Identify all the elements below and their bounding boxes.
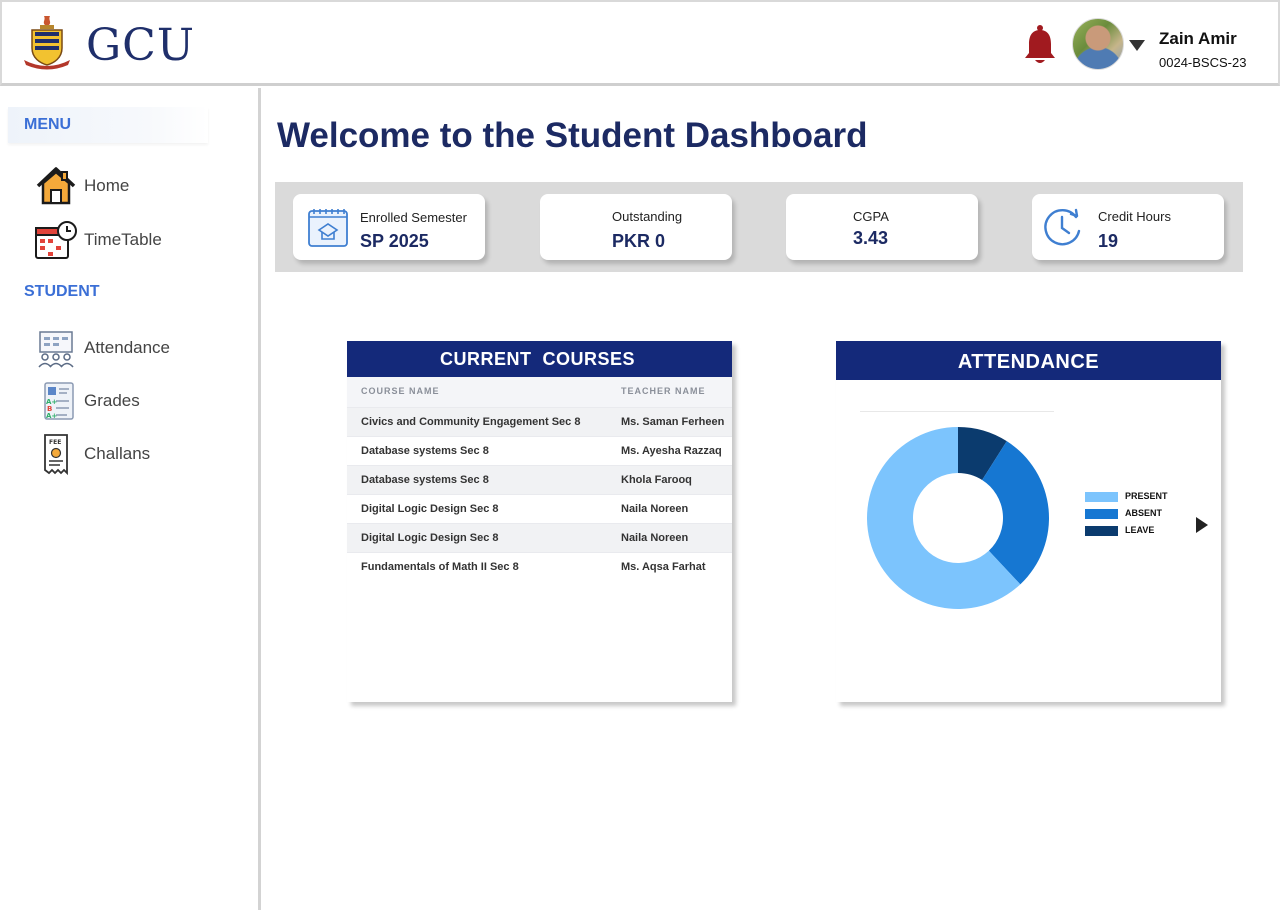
sidebar-item-home[interactable]: Home <box>34 164 234 208</box>
stat-value: 19 <box>1098 231 1119 251</box>
table-row[interactable]: Database systems Sec 8 Khola Farooq <box>347 465 732 494</box>
course-name: Civics and Community Engagement Sec 8 <box>361 416 581 428</box>
legend-swatch <box>1085 509 1118 519</box>
stat-label: Enrolled Semester <box>360 210 467 225</box>
user-id: 0024-BSCS-23 <box>1159 55 1247 70</box>
menu-heading: MENU <box>8 107 208 143</box>
teacher-name: Ms. Aqsa Farhat <box>621 561 706 573</box>
sidebar-item-label: Challans <box>84 444 151 463</box>
page-title: Welcome to the Student Dashboard <box>277 116 868 155</box>
sidebar-item-grades[interactable]: A+ B A+ Grades <box>34 379 234 423</box>
course-name: Database systems Sec 8 <box>361 474 489 486</box>
course-name: Database systems Sec 8 <box>361 445 489 457</box>
table-row[interactable]: Database systems Sec 8 Ms. Ayesha Razzaq <box>347 436 732 465</box>
column-header-course: COURSE NAME <box>361 386 440 396</box>
attendance-panel: ATTENDANCE PRESENT ABSENT LEAVE <box>836 341 1221 702</box>
courses-table-header: COURSE NAME TEACHER NAME <box>347 377 732 407</box>
grades-icon: A+ B A+ <box>44 382 74 420</box>
sidebar-item-timetable[interactable]: TimeTable <box>34 218 234 262</box>
legend-label: ABSENT <box>1125 508 1163 518</box>
attendance-title: ATTENDANCE <box>836 341 1221 380</box>
legend-swatch <box>1085 492 1118 502</box>
column-header-teacher: TEACHER NAME <box>621 386 706 396</box>
stats-strip: Enrolled Semester SP 2025 Outstanding PK… <box>275 182 1243 272</box>
sidebar-item-label: TimeTable <box>84 230 162 249</box>
home-icon <box>36 167 76 205</box>
sidebar-divider <box>258 88 261 910</box>
table-row[interactable]: Civics and Community Engagement Sec 8 Ms… <box>347 407 732 436</box>
svg-text:FEE: FEE <box>49 439 61 446</box>
stat-value: 3.43 <box>853 228 889 248</box>
chevron-down-icon[interactable] <box>1129 40 1145 51</box>
table-row[interactable]: Fundamentals of Math II Sec 8 Ms. Aqsa F… <box>347 552 732 581</box>
course-name: Fundamentals of Math II Sec 8 <box>361 561 519 573</box>
challan-icon: FEE <box>44 434 68 476</box>
attendance-icon <box>38 331 74 368</box>
teacher-name: Naila Noreen <box>621 503 689 515</box>
stat-card-outstanding: Outstanding PKR 0 <box>540 194 732 260</box>
teacher-name: Naila Noreen <box>621 532 689 544</box>
stat-label: Outstanding <box>612 209 683 224</box>
legend-label: LEAVE <box>1125 525 1155 535</box>
legend-next-arrow-icon[interactable] <box>1196 517 1208 533</box>
top-header: GCU Zain Amir 0024-BSCS-23 <box>0 0 1280 86</box>
course-name: Digital Logic Design Sec 8 <box>361 503 499 515</box>
teacher-name: Ms. Saman Ferheen <box>621 416 725 428</box>
legend-label: PRESENT <box>1125 491 1168 501</box>
current-courses-panel: CURRENT COURSES COURSE NAME TEACHER NAME… <box>347 341 732 702</box>
courses-title: CURRENT COURSES <box>347 341 732 377</box>
user-avatar[interactable] <box>1072 18 1124 70</box>
semester-calendar-icon <box>308 209 348 247</box>
clock-icon <box>1044 208 1081 246</box>
sidebar-item-label: Attendance <box>84 338 171 357</box>
bell-icon[interactable] <box>1022 24 1058 66</box>
stat-card-cgpa: CGPA 3.43 <box>786 194 978 260</box>
sidebar-item-challans[interactable]: FEE Challans <box>34 432 234 476</box>
stat-label: CGPA <box>853 209 889 224</box>
stat-card-credit-hours: Credit Hours 19 <box>1032 194 1224 260</box>
gcu-logo-text: GCU <box>86 20 195 71</box>
stat-card-semester: Enrolled Semester SP 2025 <box>293 194 485 260</box>
course-name: Digital Logic Design Sec 8 <box>361 532 499 544</box>
stat-label: Credit Hours <box>1098 209 1171 224</box>
table-row[interactable]: Digital Logic Design Sec 8 Naila Noreen <box>347 494 732 523</box>
stat-value: SP 2025 <box>360 231 429 251</box>
sidebar-item-label: Home <box>84 176 130 195</box>
sidebar: MENU Home TimeTable STUDENT Attendance A… <box>0 88 258 910</box>
teacher-name: Khola Farooq <box>621 474 692 486</box>
timetable-icon <box>35 221 77 259</box>
teacher-name: Ms. Ayesha Razzaq <box>621 445 722 457</box>
gcu-crest-logo[interactable] <box>22 14 72 70</box>
sidebar-item-attendance[interactable]: Attendance <box>34 326 234 370</box>
student-heading: STUDENT <box>24 283 100 300</box>
sidebar-item-label: Grades <box>84 391 140 410</box>
svg-text:A+: A+ <box>46 412 57 420</box>
table-row[interactable]: Digital Logic Design Sec 8 Naila Noreen <box>347 523 732 552</box>
attendance-donut-chart <box>867 427 1049 609</box>
legend-swatch <box>1085 526 1118 536</box>
stat-value: PKR 0 <box>612 231 666 251</box>
user-name: Zain Amir <box>1159 29 1237 48</box>
